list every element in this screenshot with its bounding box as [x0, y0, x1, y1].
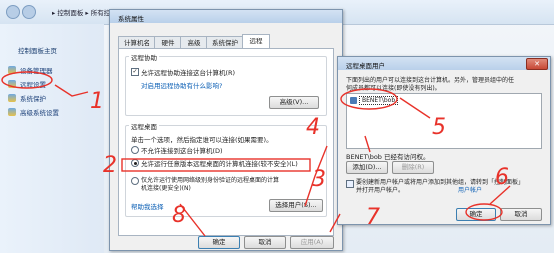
annotation-number-7: 7	[366, 205, 380, 230]
annotation-number-3: 3	[312, 167, 326, 192]
annotation-number-4: 4	[306, 115, 320, 140]
annotation-overlay: 1 2 3 4 5 6 7 8	[1, 71, 511, 237]
annotation-arrow-1	[54, 84, 89, 97]
annotation-number-1: 1	[90, 89, 104, 114]
annotation-circle-user	[340, 88, 398, 110]
annotation-number-8: 8	[172, 203, 186, 228]
annotation-number-6: 6	[495, 165, 509, 190]
annotation-arrow-4	[364, 135, 371, 153]
annotation-number-5: 5	[432, 115, 446, 140]
annotation-arrow-5	[399, 97, 431, 119]
annotation-box-allow-any	[121, 158, 311, 172]
annotation-number-2: 2	[103, 153, 117, 178]
annotation-circle-remote-settings	[1, 71, 53, 89]
annotation-arrow-7	[329, 213, 341, 233]
annotation-circle-ok	[465, 203, 503, 221]
